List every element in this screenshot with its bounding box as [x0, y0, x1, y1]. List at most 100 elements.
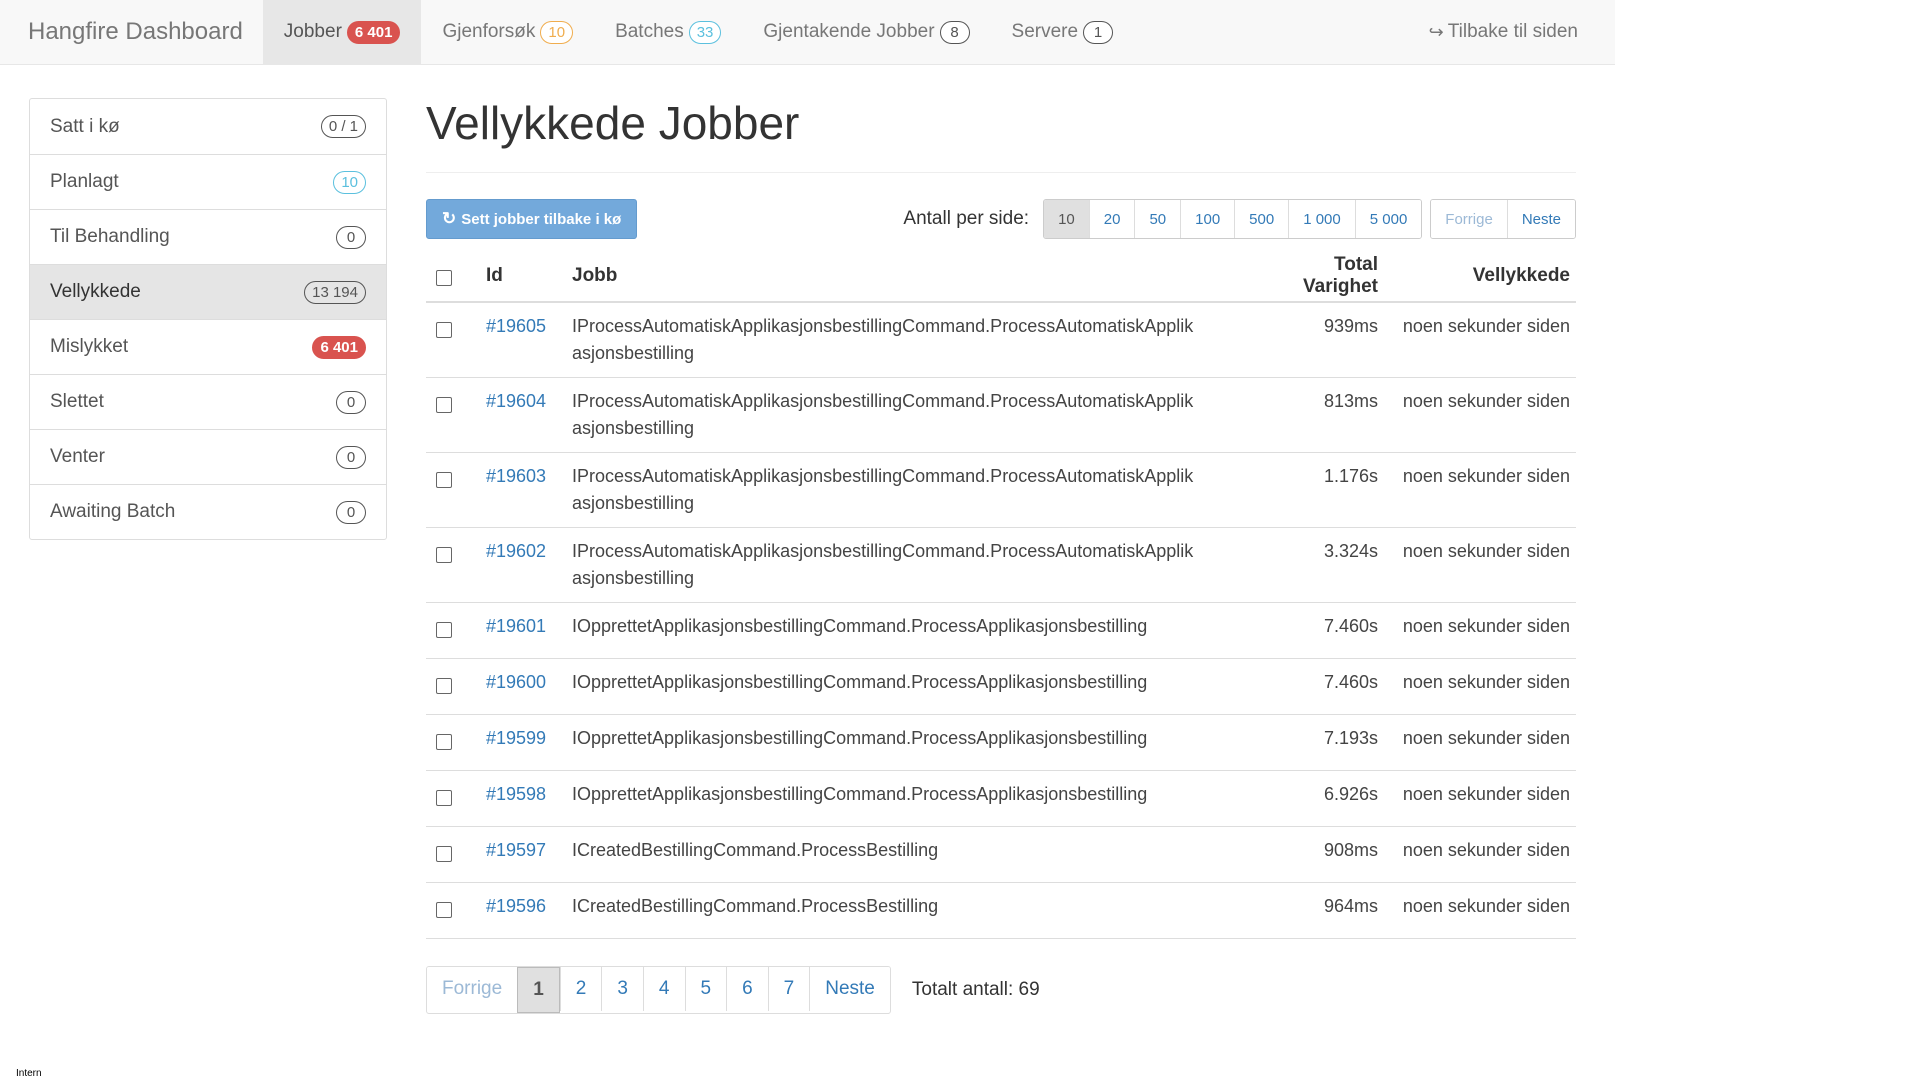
page-list: Forrige 1 2 3 4 5 6 7 Neste — [426, 966, 891, 1014]
sidebar-item-badge: 10 — [333, 170, 366, 194]
table-row: #19598 IOpprettetApplikasjonsbestillingC… — [426, 770, 1576, 827]
job-id-link[interactable]: #19601 — [480, 602, 566, 659]
sidebar-item-label: Venter — [50, 446, 105, 467]
sidebar-item-awaiting-batch[interactable]: Awaiting Batch 0 — [30, 484, 386, 539]
sidebar-item-awaiting[interactable]: Venter 0 — [30, 429, 386, 484]
row-select-cell — [426, 602, 480, 659]
sidebar-item-deleted[interactable]: Slettet 0 — [30, 374, 386, 429]
pagination-next-button[interactable]: Neste — [809, 967, 890, 1011]
per-page-option-50[interactable]: 50 — [1134, 200, 1181, 238]
select-all-checkbox[interactable] — [436, 270, 452, 287]
nav-servers-badge: 1 — [1083, 20, 1114, 44]
total-count: Totalt antall: 69 — [911, 979, 1040, 1000]
row-select-cell — [426, 770, 480, 827]
pagination-page-6[interactable]: 6 — [726, 967, 768, 1011]
row-checkbox[interactable] — [436, 546, 452, 563]
job-id-link[interactable]: #19596 — [480, 882, 566, 939]
row-checkbox[interactable] — [436, 677, 452, 694]
job-name-line: asjonsbestilling — [572, 568, 695, 588]
job-name: IOpprettetApplikasjonsbestillingCommand.… — [566, 714, 1252, 771]
pagination-page-7[interactable]: 7 — [767, 967, 810, 1011]
job-name-line: IProcessAutomatiskApplikasjonsbestilling… — [572, 466, 1194, 486]
nav-retries-label: Gjenforsøk — [442, 21, 536, 42]
row-checkbox[interactable] — [436, 845, 452, 862]
row-select-cell — [426, 377, 480, 453]
job-duration: 908ms — [1252, 826, 1384, 883]
job-id-link[interactable]: #19603 — [480, 452, 566, 528]
pagination: Forrige 1 2 3 4 5 6 7 Neste Totalt antal… — [426, 966, 1576, 1014]
table-row: #19605 IProcessAutomatiskApplikasjonsbes… — [426, 302, 1576, 378]
job-name: IProcessAutomatiskApplikasjonsbestilling… — [566, 302, 1252, 378]
job-succeeded-time: noen sekunder siden — [1384, 377, 1576, 453]
row-checkbox[interactable] — [436, 733, 452, 750]
sidebar-item-badge: 0 — [336, 225, 366, 249]
sidebar-item-scheduled[interactable]: Planlagt 10 — [30, 154, 386, 209]
row-select-cell — [426, 826, 480, 883]
per-page-label: Antall per side: — [903, 208, 1030, 229]
per-page-option-1000[interactable]: 1 000 — [1288, 200, 1355, 238]
row-select-cell — [426, 452, 480, 528]
job-succeeded-time: noen sekunder siden — [1384, 602, 1576, 659]
sidebar-item-processing[interactable]: Til Behandling 0 — [30, 209, 386, 264]
pagination-prev-button[interactable]: Forrige — [427, 967, 518, 1011]
sidebar-item-label: Til Behandling — [50, 226, 170, 247]
sidebar-item-label: Planlagt — [50, 171, 119, 192]
back-to-site-label: Tilbake til siden — [1447, 21, 1578, 42]
job-name-line: IProcessAutomatiskApplikasjonsbestilling… — [572, 391, 1194, 411]
job-duration: 964ms — [1252, 882, 1384, 939]
per-page-option-5000[interactable]: 5 000 — [1354, 200, 1422, 238]
nav-batches[interactable]: Batches 33 — [594, 0, 742, 64]
sidebar-item-badge: 0 — [336, 390, 366, 414]
jobs-toolbar: ↻ Sett jobber tilbake i kø Antall per si… — [426, 199, 1576, 247]
row-checkbox[interactable] — [436, 471, 452, 488]
pagination-page-3[interactable]: 3 — [601, 967, 643, 1011]
requeue-jobs-button[interactable]: ↻ Sett jobber tilbake i kø — [426, 199, 638, 239]
per-page-control: Antall per side: 10 20 50 100 500 1 000 … — [903, 199, 1576, 239]
per-page-option-500[interactable]: 500 — [1234, 200, 1289, 238]
job-id-link[interactable]: #19604 — [480, 377, 566, 453]
job-id-link[interactable]: #19602 — [480, 527, 566, 603]
pagination-page-4[interactable]: 4 — [642, 967, 685, 1011]
nav-servers[interactable]: Servere 1 — [991, 0, 1135, 64]
job-duration: 3.324s — [1252, 527, 1384, 603]
nav-recurring-jobs[interactable]: Gjentakende Jobber 8 — [742, 0, 990, 64]
top-pager: Forrige Neste — [1430, 199, 1576, 239]
pagination-page-2[interactable]: 2 — [559, 967, 602, 1011]
classification-label: Intern — [16, 1068, 42, 1079]
nav-retries[interactable]: Gjenforsøk 10 — [421, 0, 594, 64]
row-checkbox[interactable] — [436, 901, 452, 918]
sidebar-item-enqueued[interactable]: Satt i kø 0 / 1 — [30, 99, 386, 154]
per-page-option-20[interactable]: 20 — [1088, 200, 1135, 238]
per-page-option-10[interactable]: 10 — [1044, 200, 1089, 238]
sidebar-item-label: Slettet — [50, 391, 104, 412]
job-id-link[interactable]: #19600 — [480, 658, 566, 715]
job-name: IOpprettetApplikasjonsbestillingCommand.… — [566, 602, 1252, 659]
refresh-icon: ↻ — [442, 209, 457, 228]
job-id-link[interactable]: #19598 — [480, 770, 566, 827]
row-checkbox[interactable] — [436, 621, 452, 638]
job-name-line: asjonsbestilling — [572, 418, 695, 438]
row-checkbox[interactable] — [436, 789, 452, 806]
row-checkbox[interactable] — [436, 396, 452, 413]
job-name: ICreatedBestillingCommand.ProcessBestill… — [566, 826, 1252, 883]
job-id-link[interactable]: #19605 — [480, 302, 566, 378]
row-select-cell — [426, 302, 480, 378]
pagination-page-1[interactable]: 1 — [517, 967, 560, 1013]
pagination-page-5[interactable]: 5 — [684, 967, 727, 1011]
sidebar-item-badge: 6 401 — [312, 335, 366, 359]
job-id-link[interactable]: #19599 — [480, 714, 566, 771]
back-to-site-link[interactable]: ↪ Tilbake til siden — [1408, 0, 1615, 64]
top-pager-prev-button[interactable]: Forrige — [1431, 200, 1507, 238]
job-id-link[interactable]: #19597 — [480, 826, 566, 883]
top-navbar: Hangfire Dashboard Jobber 6 401 Gjenfors… — [0, 0, 1615, 65]
job-name-line: IProcessAutomatiskApplikasjonsbestilling… — [572, 316, 1194, 336]
top-pager-next-button[interactable]: Neste — [1506, 200, 1575, 238]
row-checkbox[interactable] — [436, 321, 452, 338]
per-page-option-100[interactable]: 100 — [1180, 200, 1235, 238]
nav-jobs[interactable]: Jobber 6 401 — [262, 0, 422, 64]
sidebar-item-succeeded[interactable]: Vellykkede 13 194 — [30, 264, 386, 319]
job-name: IProcessAutomatiskApplikasjonsbestilling… — [566, 527, 1252, 603]
brand-link[interactable]: Hangfire Dashboard — [0, 0, 263, 64]
job-name: IOpprettetApplikasjonsbestillingCommand.… — [566, 770, 1252, 827]
sidebar-item-failed[interactable]: Mislykket 6 401 — [30, 319, 386, 374]
